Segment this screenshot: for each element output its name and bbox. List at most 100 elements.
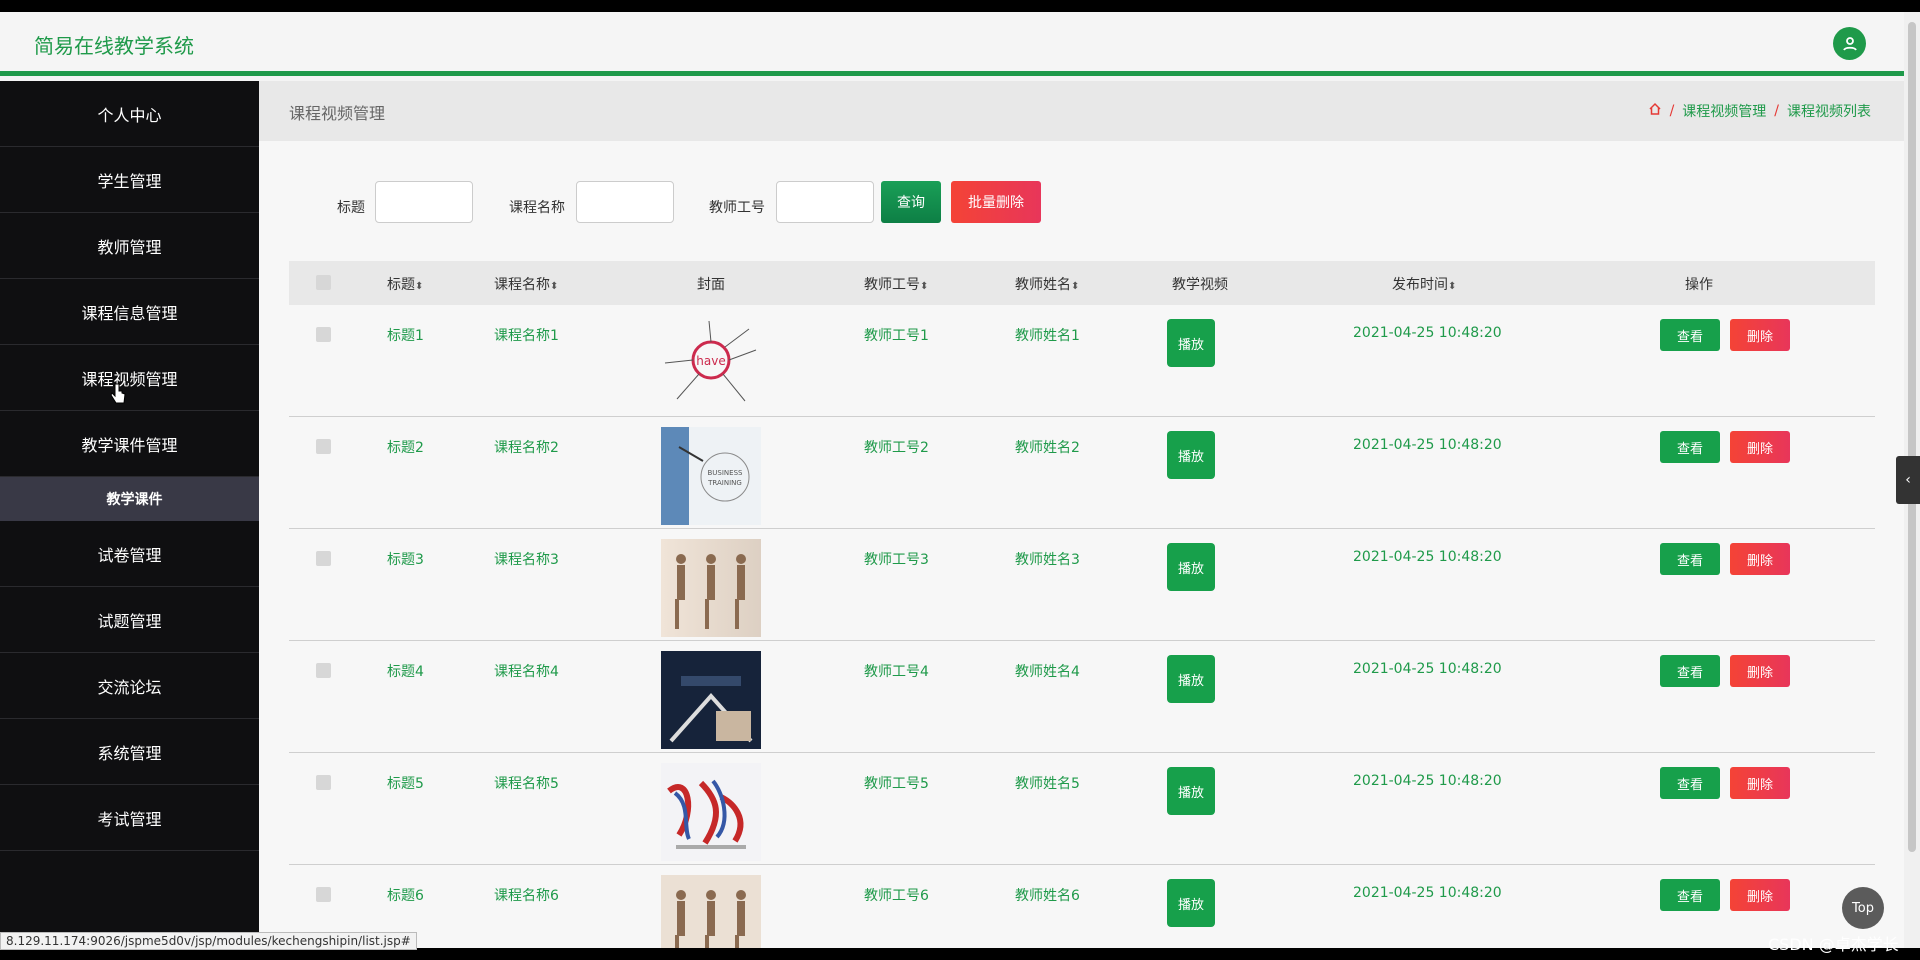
sidebar-item-personal-center[interactable]: 个人中心 — [0, 81, 259, 147]
sidebar-item-label: 学生管理 — [97, 171, 162, 191]
sidebar-item-system-management[interactable]: 系统管理 — [0, 719, 259, 785]
cell-course: 课程名称1 — [494, 328, 559, 344]
row-checkbox[interactable] — [316, 439, 331, 454]
delete-button[interactable]: 删除 — [1730, 879, 1790, 911]
back-to-top-button[interactable]: Top — [1842, 887, 1884, 929]
cell-teacher-name: 教师姓名1 — [1015, 328, 1080, 344]
svg-text:BUSINESS: BUSINESS — [708, 469, 744, 477]
hand-cursor-icon — [110, 383, 126, 404]
teacher-no-label: 教师工号 — [709, 200, 765, 216]
search-form: 标题 课程名称 教师工号 查询 批量删除 — [259, 181, 1259, 231]
cover-image — [661, 875, 761, 948]
cell-teacher-name: 教师姓名2 — [1015, 440, 1080, 456]
delete-button[interactable]: 删除 — [1730, 431, 1790, 463]
scroll-thumb[interactable] — [1908, 22, 1916, 852]
cell-title[interactable]: 标题2 — [387, 437, 424, 457]
row-checkbox[interactable] — [316, 551, 331, 566]
sidebar-item-paper-management[interactable]: 试卷管理 — [0, 521, 259, 587]
sidebar-subitem-label: 教学课件 — [106, 492, 163, 508]
column-header-cover: 封面 — [697, 277, 725, 293]
cell-title[interactable]: 标题1 — [387, 325, 424, 345]
sidebar-item-label: 考试管理 — [97, 809, 162, 829]
cell-teacher-no: 教师工号3 — [864, 552, 929, 568]
cell-course: 课程名称5 — [494, 776, 559, 792]
play-button[interactable]: 播放 — [1167, 655, 1215, 703]
main-content: 课程视频管理 / 课程视频管理 / 课程视频列表 标题 课程名称 教师工号 查询… — [259, 81, 1904, 948]
select-all-checkbox[interactable] — [316, 275, 331, 290]
sidebar-item-courseware-management[interactable]: 教学课件管理 — [0, 411, 259, 477]
view-button[interactable]: 查看 — [1660, 767, 1720, 799]
sidebar-item-label: 教师管理 — [97, 237, 162, 257]
sidebar-item-teacher-management[interactable]: 教师管理 — [0, 213, 259, 279]
column-header-course[interactable]: 课程名称⬍ — [494, 274, 558, 294]
play-button[interactable]: 播放 — [1167, 431, 1215, 479]
sidebar-item-course-info[interactable]: 课程信息管理 — [0, 279, 259, 345]
cell-title[interactable]: 标题5 — [387, 773, 424, 793]
user-icon[interactable] — [1833, 27, 1866, 60]
cell-title[interactable]: 标题4 — [387, 661, 424, 681]
cell-teacher-name: 教师姓名3 — [1015, 552, 1080, 568]
delete-button[interactable]: 删除 — [1730, 655, 1790, 687]
sidebar-item-question-management[interactable]: 试题管理 — [0, 587, 259, 653]
play-button[interactable]: 播放 — [1167, 543, 1215, 591]
sidebar-item-exam-management[interactable]: 考试管理 — [0, 785, 259, 851]
app-title: 简易在线教学系统 — [34, 34, 194, 58]
row-checkbox[interactable] — [316, 327, 331, 342]
page-title: 课程视频管理 — [289, 104, 386, 123]
sidebar-item-label: 教学课件管理 — [81, 435, 178, 455]
row-checkbox[interactable] — [316, 663, 331, 678]
teacher-no-input[interactable] — [776, 181, 874, 223]
status-url: 8.129.11.174:9026/jspme5d0v/jsp/modules/… — [0, 932, 417, 950]
row-checkbox[interactable] — [316, 775, 331, 790]
breadcrumb-separator: / — [1774, 103, 1779, 119]
query-button[interactable]: 查询 — [881, 181, 941, 223]
delete-button[interactable]: 删除 — [1730, 319, 1790, 351]
view-button[interactable]: 查看 — [1660, 879, 1720, 911]
table-row: 标题6 课程名称6 教师工号6 教师姓名6 播放 2021-04-25 10:4… — [289, 865, 1875, 948]
cell-teacher-no: 教师工号2 — [864, 440, 929, 456]
view-button[interactable]: 查看 — [1660, 655, 1720, 687]
course-name-input[interactable] — [576, 181, 674, 223]
cell-teacher-name: 教师姓名4 — [1015, 664, 1080, 680]
column-header-title[interactable]: 标题⬍ — [387, 274, 423, 294]
course-name-label: 课程名称 — [509, 200, 565, 216]
cell-title[interactable]: 标题6 — [387, 885, 424, 905]
cell-teacher-no: 教师工号1 — [864, 328, 929, 344]
view-button[interactable]: 查看 — [1660, 543, 1720, 575]
column-header-time[interactable]: 发布时间⬍ — [1392, 274, 1456, 294]
delete-button[interactable]: 删除 — [1730, 543, 1790, 575]
batch-delete-button[interactable]: 批量删除 — [951, 181, 1041, 223]
data-table: 标题⬍ 课程名称⬍ 封面 教师工号⬍ 教师姓名⬍ 教学视频 发布时间⬍ 操作 标… — [289, 261, 1875, 948]
breadcrumb: / 课程视频管理 / 课程视频列表 — [1648, 101, 1871, 121]
chevron-left-icon[interactable]: ‹ — [1896, 456, 1920, 504]
delete-button[interactable]: 删除 — [1730, 767, 1790, 799]
view-button[interactable]: 查看 — [1660, 431, 1720, 463]
row-checkbox[interactable] — [316, 887, 331, 902]
cell-teacher-no: 教师工号6 — [864, 888, 929, 904]
play-button[interactable]: 播放 — [1167, 879, 1215, 927]
watermark: CSDN @卓杰学长 — [1768, 935, 1899, 954]
sidebar-subitem-courseware[interactable]: 教学课件 — [0, 477, 259, 521]
play-button[interactable]: 播放 — [1167, 319, 1215, 367]
cell-teacher-name: 教师姓名6 — [1015, 888, 1080, 904]
sidebar-item-course-video[interactable]: 课程视频管理 — [0, 345, 259, 411]
cell-course: 课程名称2 — [494, 440, 559, 456]
svg-text:have: have — [696, 354, 725, 368]
sidebar-item-forum[interactable]: 交流论坛 — [0, 653, 259, 719]
view-button[interactable]: 查看 — [1660, 319, 1720, 351]
breadcrumb-item-list[interactable]: 课程视频列表 — [1787, 101, 1871, 121]
play-button[interactable]: 播放 — [1167, 767, 1215, 815]
cell-teacher-no: 教师工号5 — [864, 776, 929, 792]
title-input[interactable] — [375, 181, 473, 223]
cell-teacher-no: 教师工号4 — [864, 664, 929, 680]
sidebar-item-student-management[interactable]: 学生管理 — [0, 147, 259, 213]
breadcrumb-item-course-video[interactable]: 课程视频管理 — [1682, 101, 1766, 121]
cover-image — [661, 763, 761, 861]
column-header-teacher-no[interactable]: 教师工号⬍ — [864, 274, 928, 294]
home-icon[interactable] — [1648, 102, 1662, 120]
cell-title[interactable]: 标题3 — [387, 549, 424, 569]
column-header-teacher-name[interactable]: 教师姓名⬍ — [1015, 274, 1079, 294]
table-header: 标题⬍ 课程名称⬍ 封面 教师工号⬍ 教师姓名⬍ 教学视频 发布时间⬍ 操作 — [289, 261, 1875, 305]
cover-image: BUSINESS TRAINING — [661, 427, 761, 525]
cell-publish-time: 2021-04-25 10:48:20 — [1353, 773, 1502, 789]
